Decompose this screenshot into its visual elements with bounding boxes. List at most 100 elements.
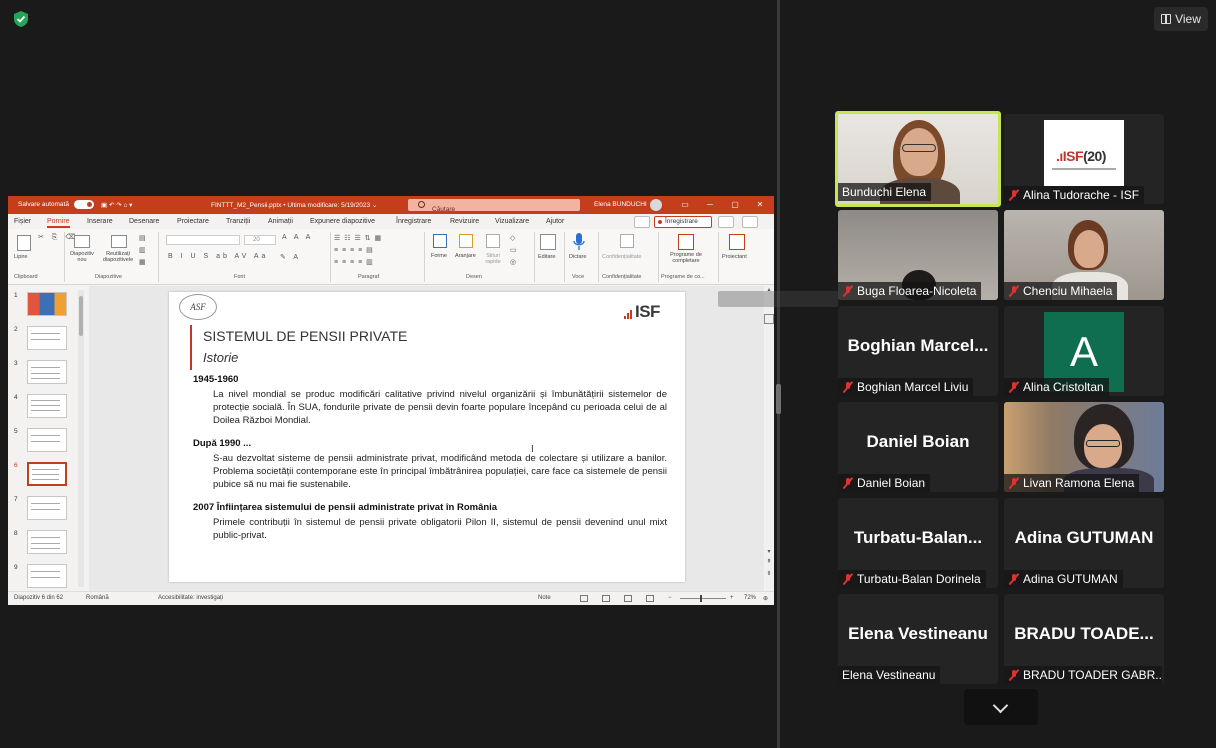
slide-thumbnail-8[interactable]	[27, 530, 67, 554]
comments-button[interactable]	[634, 216, 650, 228]
security-shield-icon[interactable]	[12, 10, 30, 28]
quick-styles-icon[interactable]	[486, 234, 500, 248]
menu-animations[interactable]: Animații	[268, 218, 293, 225]
present-button[interactable]	[718, 216, 734, 228]
ppt-user-avatar[interactable]	[650, 199, 662, 211]
new-slide-icon[interactable]	[74, 235, 90, 248]
accessibility-status[interactable]: Accesibilitate: investigați	[158, 595, 223, 601]
menu-file[interactable]: Fișier	[14, 218, 31, 225]
layout-icons[interactable]: ▤ ▥ ▦	[139, 233, 153, 269]
slide-thumbnail-1[interactable]	[27, 292, 67, 316]
section-body: La nivel mondial se produc modificări ca…	[213, 389, 667, 426]
slide-scrollbar[interactable]: ▴ ▾ ⇞ ⇟	[765, 286, 773, 591]
slide-thumbnail-4[interactable]	[27, 394, 67, 418]
language-indicator[interactable]: Română	[86, 595, 109, 601]
ribbon-display-icon[interactable]: ▭	[678, 199, 692, 211]
zoom-slider[interactable]	[680, 598, 726, 599]
fit-slide-icon[interactable]: ⊕	[763, 595, 768, 602]
participant-tile[interactable]: A Alina Cristoltan	[1004, 306, 1164, 396]
menu-view[interactable]: Vizualizare	[495, 218, 529, 225]
thumbnails-scrollbar[interactable]	[78, 290, 84, 587]
menu-help[interactable]: Ajutor	[546, 218, 564, 225]
zoom-slider-knob[interactable]	[700, 595, 702, 602]
clipboard-small-icons[interactable]: ✂ ⎘ ⌫	[38, 233, 78, 242]
participant-tile[interactable]: Bunduchi Elena	[835, 111, 1001, 207]
participant-tile[interactable]: Turbatu-Balan... Turbatu-Balan Dorinela	[838, 498, 998, 588]
participant-tile[interactable]: Boghian Marcel... Boghian Marcel Liviu	[838, 306, 998, 396]
shapes-icon[interactable]	[433, 234, 447, 248]
font-size-icons[interactable]: A A A	[282, 234, 313, 241]
participant-tile[interactable]: Livan Ramona Elena	[1004, 402, 1164, 492]
group-slides: Diapozitive	[95, 274, 122, 280]
designer-icon[interactable]	[729, 234, 745, 250]
slide-thumbnail-5[interactable]	[27, 428, 67, 452]
share-button[interactable]	[742, 216, 758, 228]
arrange-icon[interactable]	[459, 234, 473, 248]
edit-search-icon[interactable]	[540, 234, 556, 250]
slide-thumbnail-3[interactable]	[27, 360, 67, 384]
reuse-slides-icon[interactable]	[111, 235, 127, 248]
slide-thumbnail-2[interactable]	[27, 326, 67, 350]
participant-tile[interactable]: Adina GUTUMAN Adina GUTUMAN	[1004, 498, 1164, 588]
ppt-search-box[interactable]: Căutare	[408, 199, 580, 213]
zoom-in-icon[interactable]: +	[730, 595, 734, 601]
slide-thumbnail-7[interactable]	[27, 496, 67, 520]
menu-transitions[interactable]: Tranziții	[226, 218, 250, 225]
shapes-label: Forme	[431, 253, 447, 259]
font-color-icons[interactable]: ✎ A	[280, 253, 301, 261]
font-style-icons[interactable]: B I U S ab AV Aa	[168, 253, 268, 260]
participant-tile[interactable]: Elena Vestineanu Elena Vestineanu	[838, 594, 998, 684]
autosave-toggle[interactable]	[74, 200, 94, 209]
view-layout-icon	[1161, 14, 1172, 24]
participant-name-label: Boghian Marcel Liviu	[838, 378, 974, 396]
participant-name-label: Chenciu Mihaela	[1004, 282, 1118, 300]
reading-view-icon[interactable]	[624, 595, 632, 602]
panel-resize-handle[interactable]	[776, 384, 781, 414]
participant-name: Turbatu-Balan Dorinela	[857, 572, 981, 586]
minimize-icon[interactable]: ─	[703, 199, 717, 211]
participant-name-label: Buga Floarea-Nicoleta	[838, 282, 982, 300]
microphone-icon[interactable]	[573, 233, 585, 251]
paragraph-icons[interactable]: ☰ ☷ ☰ ⇅ ▦ ≡ ≡ ≡ ≡ ▤ ≡ ≡ ≡ ≡ ▥	[334, 233, 424, 269]
participant-name-label: Adina GUTUMAN	[1004, 570, 1123, 588]
current-slide[interactable]: ASF ISF SISTEMUL DE PENSII PRIVATE Istor…	[169, 292, 685, 582]
view-button[interactable]: View	[1154, 7, 1208, 31]
record-button[interactable]: Înregistrare	[654, 216, 712, 228]
zoom-level[interactable]: 72%	[744, 595, 756, 601]
menu-slideshow[interactable]: Expunere diapozitive	[310, 218, 375, 225]
ribbon-separator	[718, 232, 719, 282]
menu-home[interactable]: Pornire	[47, 218, 70, 228]
participant-tile[interactable]: .ıISF(20) Alina Tudorache - ISF	[1004, 114, 1164, 204]
menu-record[interactable]: Înregistrare	[396, 218, 431, 225]
thumb-number: 1	[14, 292, 18, 299]
slide-thumbnail-9[interactable]	[27, 564, 67, 588]
addins-label: Programe de completare	[670, 252, 702, 264]
muted-mic-icon	[1008, 573, 1020, 585]
normal-view-icon[interactable]	[580, 595, 588, 602]
font-name-box[interactable]	[166, 235, 240, 245]
participant-tile[interactable]: BRADU TOADE... BRADU TOADER GABR...	[1004, 594, 1164, 684]
gallery-next-page-button[interactable]	[964, 689, 1038, 725]
menu-review[interactable]: Revizuire	[450, 218, 479, 225]
participant-tile[interactable]: Buga Floarea-Nicoleta	[838, 210, 998, 300]
participant-tile[interactable]: Daniel Boian Daniel Boian	[838, 402, 998, 492]
slide-sorter-icon[interactable]	[602, 595, 610, 602]
addins-icon[interactable]	[678, 234, 694, 250]
maximize-icon[interactable]: ▢	[728, 199, 742, 211]
menu-design[interactable]: Proiectare	[177, 218, 209, 225]
notes-button[interactable]: Note	[538, 595, 551, 601]
slide-thumbnail-6[interactable]	[27, 462, 67, 486]
menu-draw[interactable]: Desenare	[129, 218, 159, 225]
paste-icon[interactable]	[17, 235, 31, 251]
font-size-box[interactable]: 20	[244, 235, 276, 245]
close-icon[interactable]: ✕	[753, 199, 767, 211]
group-voice: Voce	[572, 274, 585, 280]
slideshow-icon[interactable]	[646, 595, 654, 602]
participant-tile[interactable]: Chenciu Mihaela	[1004, 210, 1164, 300]
drawing-small-icons[interactable]: ◇ ▭ ◎	[510, 233, 517, 269]
ppt-filename[interactable]: FINTTT_M2_Pensii.pptx • Ultima modificar…	[211, 201, 377, 209]
zoom-out-icon[interactable]: −	[668, 595, 672, 601]
sensitivity-icon[interactable]	[620, 234, 634, 248]
save-icon[interactable]: ▣ ↶ ↷ ⌂ ▾	[101, 201, 132, 209]
menu-insert[interactable]: Inserare	[87, 218, 113, 225]
